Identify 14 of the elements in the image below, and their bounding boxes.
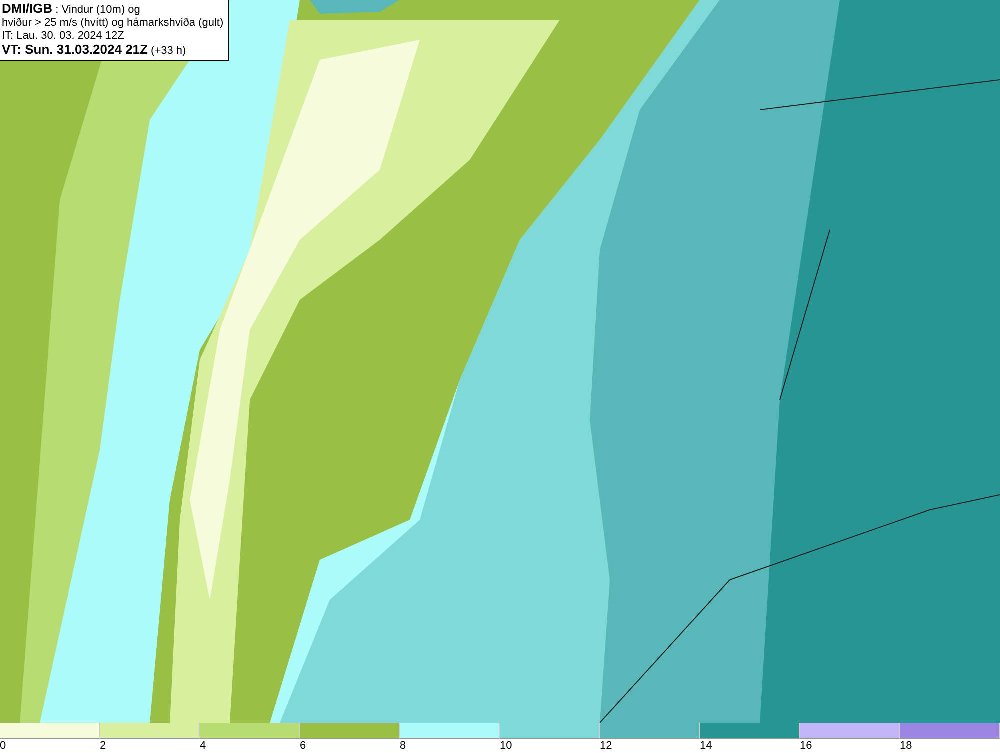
title-text: VT: Sun. 31.03.2024 21Z (+33 h) xyxy=(2,43,188,58)
scale-label: 8 xyxy=(400,739,406,753)
scale-label: 14 xyxy=(700,739,712,753)
scale-label: 0 xyxy=(0,739,6,753)
scale-label: 12 xyxy=(600,739,612,753)
scale-label: 4 xyxy=(200,739,206,753)
scale-label: 2 xyxy=(100,739,106,753)
scale-label: 6 xyxy=(300,739,306,753)
title-text: hviður > 25 m/s (hvítt) og hámarkshviða (gult) xyxy=(2,17,224,30)
scale-label: 18 xyxy=(900,739,912,753)
title-text: IT: Lau. 30. 03. 2024 12Z xyxy=(2,30,126,43)
title-text: DMI/IGB : Vindur (10m) og xyxy=(2,2,142,17)
scale-label: 10 xyxy=(500,739,512,753)
scale-label: 16 xyxy=(800,739,812,753)
